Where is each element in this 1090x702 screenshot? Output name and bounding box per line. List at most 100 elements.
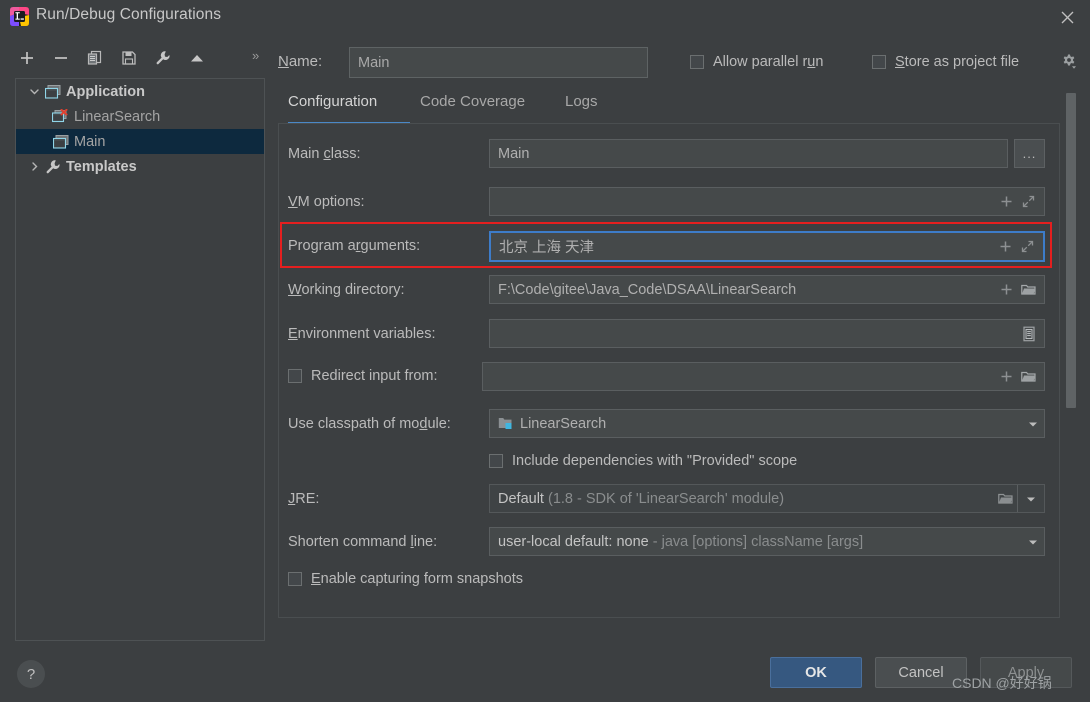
jre-label: JRE: [288,491,320,507]
working-directory-input[interactable]: F:\Code\gitee\Java_Code\DSAA\LinearSearc… [489,275,1045,304]
add-configuration-button[interactable] [14,44,40,72]
checkbox-box[interactable] [288,572,302,586]
checkbox-box[interactable] [872,55,886,69]
chevron-down-icon[interactable] [1022,410,1044,437]
allow-parallel-run-label: Allow parallel run [713,54,824,70]
shorten-command-line-select[interactable]: user-local default: none - java [options… [489,527,1045,556]
store-as-project-file-label: Store as project file [895,54,1020,70]
checkbox-box[interactable] [690,55,704,69]
main-class-value: Main [498,145,530,162]
use-classpath-of-module-select[interactable]: LinearSearch [489,409,1045,438]
configuration-form: Main class: Main ... VM options: Program… [278,124,1060,618]
copy-icon [87,50,103,66]
tree-item-templates[interactable]: Templates [16,154,264,179]
save-icon [121,50,137,66]
application-icon [44,83,62,101]
tree-item-label: LinearSearch [74,108,161,125]
environment-variables-input[interactable] [489,319,1045,348]
chevron-down-icon[interactable] [1017,485,1044,512]
application-icon [52,108,70,126]
tab-code-coverage[interactable]: Code Coverage [420,93,525,124]
minus-icon [53,50,69,66]
move-up-button[interactable] [184,44,210,72]
environment-variables-label: Environment variables: [288,326,436,342]
gear-icon[interactable] [1060,53,1078,71]
chevron-right-icon[interactable] [24,154,44,179]
shorten-command-line-value-main: user-local default: none [498,533,649,550]
intellij-idea-icon [10,7,29,26]
configurations-tree[interactable]: Application LinearSearch Main Templates [15,78,265,641]
vm-options-icons [999,194,1044,209]
tab-logs[interactable]: Logs [565,93,598,124]
plus-icon[interactable] [999,369,1014,384]
program-arguments-label: Program arguments: [288,238,421,254]
folder-icon[interactable] [1021,369,1036,384]
name-input[interactable] [349,47,648,78]
form-scrollbar-track[interactable] [1066,93,1076,618]
main-class-label: Main class: [288,146,361,162]
main-class-browse-button[interactable]: ... [1014,139,1045,168]
expand-icon[interactable] [1020,239,1035,254]
working-directory-label: Working directory: [288,282,405,298]
redirect-input-from-checkbox[interactable]: Redirect input from: [288,368,438,384]
remove-configuration-button[interactable] [48,44,74,72]
enable-capturing-form-snapshots-checkbox[interactable]: Enable capturing form snapshots [288,571,523,587]
chevron-down-icon[interactable] [24,79,44,104]
ok-button[interactable]: OK [770,657,862,688]
tree-item-main[interactable]: Main [16,129,264,154]
jre-select[interactable]: Default (1.8 - SDK of 'LinearSearch' mod… [489,484,1045,513]
form-scrollbar-thumb[interactable] [1066,93,1076,408]
tree-item-linearsearch[interactable]: LinearSearch [16,104,264,129]
tree-item-label: Main [74,133,106,150]
program-arguments-value: 北京 上海 天津 [499,240,595,256]
dialog-title: Run/Debug Configurations [36,6,222,23]
redirect-input-from-input[interactable] [482,362,1045,391]
run-debug-configurations-dialog: Run/Debug Configurations » Application L… [0,0,1090,702]
jre-value: Default (1.8 - SDK of 'LinearSearch' mod… [490,491,784,507]
tree-item-application[interactable]: Application [16,79,264,104]
module-icon [498,416,515,431]
toolbar-overflow-button[interactable]: » [252,48,259,63]
wrench-icon [155,50,171,66]
shorten-command-line-value-hint: - java [options] className [args] [652,533,864,550]
jre-icons [998,491,1017,506]
shorten-command-line-value: user-local default: none - java [options… [490,534,863,550]
folder-icon[interactable] [998,491,1013,506]
list-icon[interactable] [1021,326,1036,341]
tree-item-label: Application [66,83,145,100]
folder-icon[interactable] [1021,282,1036,297]
vm-options-input[interactable] [489,187,1045,216]
application-icon [52,133,70,151]
title-bar: Run/Debug Configurations [0,0,1090,34]
arrow-up-icon [189,50,205,66]
save-configuration-button[interactable] [116,44,142,72]
checkbox-box[interactable] [489,454,503,468]
chevron-down-icon[interactable] [1022,528,1044,555]
working-directory-icons [999,282,1044,297]
program-arguments-input[interactable]: 北京 上海 天津 [489,231,1045,262]
working-directory-value: F:\Code\gitee\Java_Code\DSAA\LinearSearc… [498,281,797,298]
plus-icon[interactable] [999,282,1014,297]
copy-configuration-button[interactable] [82,44,108,72]
checkbox-box[interactable] [288,369,302,383]
edit-templates-button[interactable] [150,44,176,72]
redirect-input-icons [999,369,1044,384]
use-classpath-of-module-value: LinearSearch [520,415,607,432]
store-as-project-file-checkbox[interactable]: Store as project file [872,54,1019,70]
main-class-input[interactable]: Main [489,139,1008,168]
plus-icon[interactable] [998,239,1013,254]
plus-icon [19,50,35,66]
environment-variables-icons [1021,326,1044,341]
jre-value-hint: (1.8 - SDK of 'LinearSearch' module) [547,490,785,507]
expand-icon[interactable] [1021,194,1036,209]
close-icon[interactable] [1052,4,1082,30]
help-button[interactable]: ? [17,660,45,688]
allow-parallel-run-checkbox[interactable]: Allow parallel run [690,54,823,70]
configuration-tabs: Configuration Code Coverage Logs [278,93,1068,124]
include-provided-scope-label: Include dependencies with "Provided" sco… [512,453,798,469]
tab-configuration[interactable]: Configuration [288,93,377,124]
vm-options-label: VM options: [288,194,365,210]
redirect-input-from-label: Redirect input from: [311,368,438,384]
include-provided-scope-checkbox[interactable]: Include dependencies with "Provided" sco… [489,453,797,469]
plus-icon[interactable] [999,194,1014,209]
